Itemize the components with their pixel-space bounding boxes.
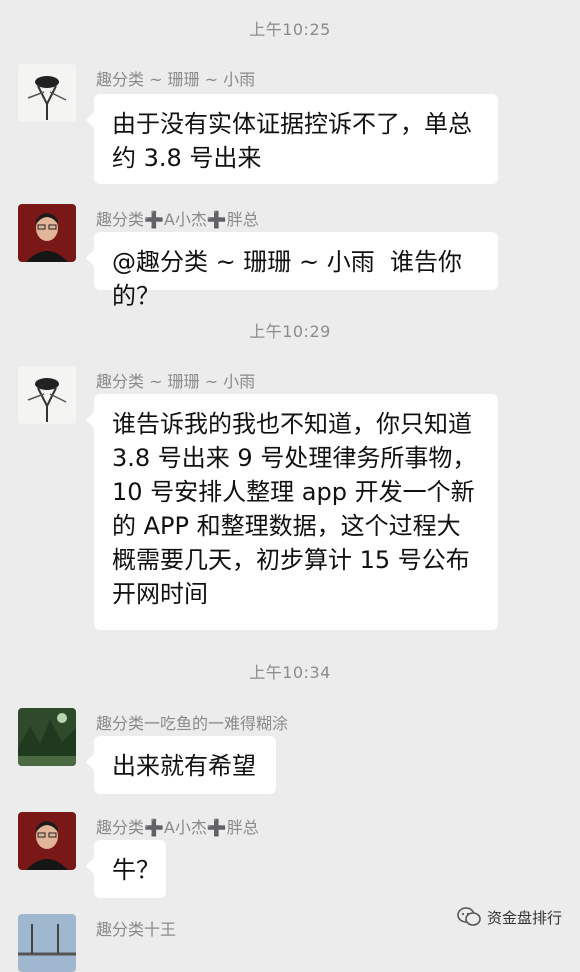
sender-avatar-shanshan[interactable] <box>18 64 76 122</box>
sender-avatar-xiaojie[interactable] <box>18 204 76 262</box>
sender-avatar-shanshan[interactable] <box>18 366 76 424</box>
timestamp: 上午10:29 <box>249 322 331 341</box>
wechat-official-account-icon <box>457 907 481 926</box>
bridge-landscape-avatar-icon <box>18 914 76 972</box>
man-portrait-avatar-icon <box>18 812 76 870</box>
sender-name: 趣分类 ~ 珊珊 ~ 小雨 <box>96 70 256 89</box>
sender-name: 趣分类➕A小杰➕胖总 <box>96 210 259 229</box>
timestamp: 上午10:34 <box>249 663 331 682</box>
message-bubble[interactable]: 由于没有实体证据控诉不了，单总约 3.8 号出来 <box>86 94 498 184</box>
message-bubble[interactable]: 牛？ <box>86 840 166 898</box>
message-bubble[interactable]: 谁告诉我的我也不知道，你只知道 3.8 号出来 9 号处理律务所事物，10 号安… <box>86 394 498 630</box>
man-portrait-avatar-icon <box>18 204 76 262</box>
sender-avatar-chiyu[interactable] <box>18 708 76 766</box>
timestamp: 上午10:25 <box>249 20 331 39</box>
sender-name: 趣分类➕A小杰➕胖总 <box>96 818 259 837</box>
message-bubble[interactable]: @趣分类 ~ 珊珊 ~ 小雨 谁告你的？ <box>86 232 498 310</box>
watermark-label: 资金盘排行 <box>486 908 562 927</box>
sender-name: 趣分类一吃鱼的一难得糊涂 <box>96 714 289 733</box>
sender-name: 趣分类 ~ 珊珊 ~ 小雨 <box>96 372 256 391</box>
watermark: 资金盘排行 <box>457 906 562 928</box>
sender-avatar-wang[interactable] <box>18 914 76 972</box>
sketch-girl-avatar-icon <box>18 64 76 122</box>
sender-name: 趣分类十王 <box>96 920 177 939</box>
sketch-girl-avatar-icon <box>18 366 76 424</box>
sender-avatar-xiaojie[interactable] <box>18 812 76 870</box>
message-bubble[interactable]: 出来就有希望 <box>86 736 276 794</box>
forest-landscape-avatar-icon <box>18 708 76 766</box>
